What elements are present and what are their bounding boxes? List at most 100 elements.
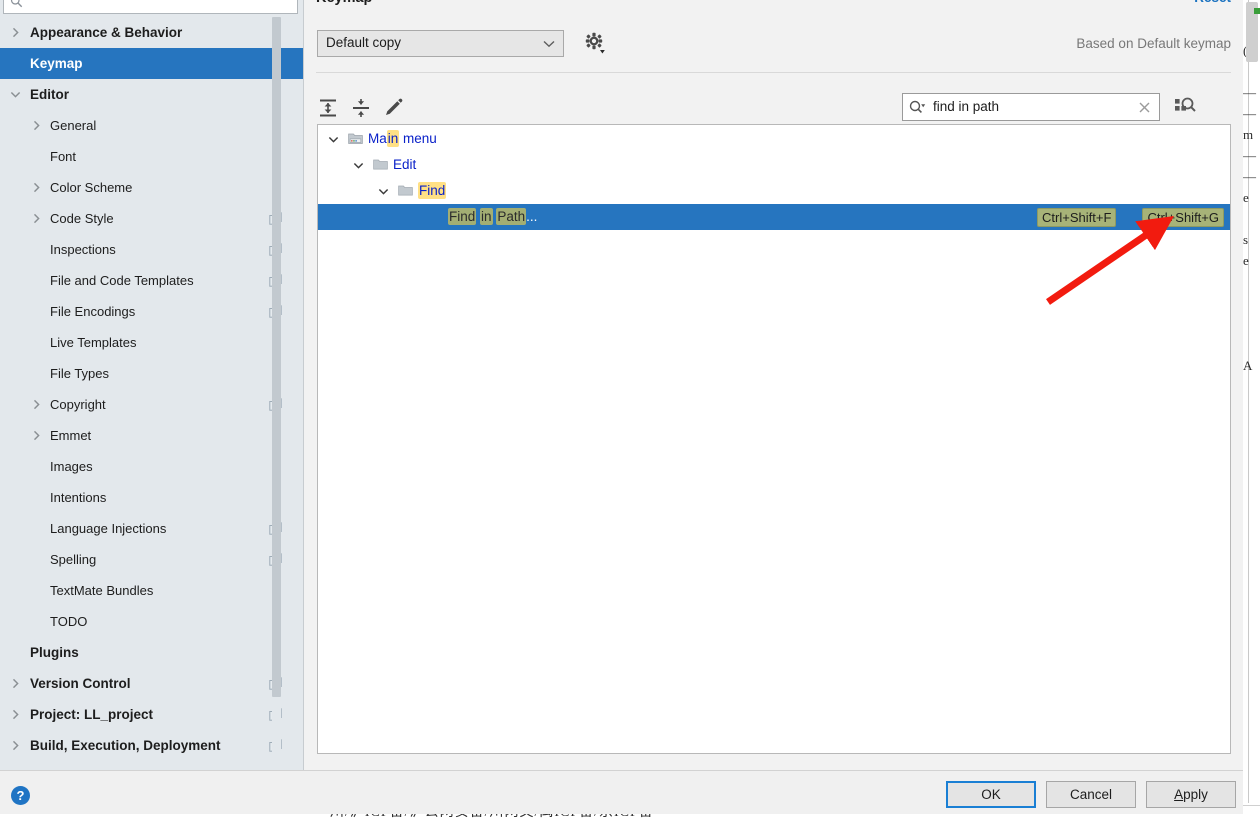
shortcut-badge: Ctrl+Shift+F [1037,208,1116,227]
sidebar-search-input[interactable] [3,0,298,14]
keymap-tree-row[interactable]: Find in Path...Ctrl+Shift+GCtrl+Shift+F [318,204,1230,230]
sidebar-item-label: General [50,110,96,141]
keymap-search-value: find in path [933,99,999,114]
settings-dialog-screen: ( ——m——e se A 川/沪ICP备/沪公网安备/川网文/闽ICP备/京I… [0,0,1260,823]
ok-button[interactable]: OK [946,781,1036,808]
sidebar-item-label: Code Style [50,203,114,234]
folder-icon [373,158,388,171]
keymap-select[interactable]: Default copy [317,30,564,57]
keymap-tree-label: Main menu [368,126,437,152]
apply-button[interactable]: Apply [1146,781,1236,808]
clear-icon[interactable] [1138,101,1151,114]
background-editor-text: ( ——m——e se A [1243,40,1260,376]
sidebar-item-file-encodings[interactable]: File Encodings [0,296,304,327]
sidebar-item-label: Intentions [50,482,106,513]
sidebar-item-label: Plugins [30,637,79,668]
chevron-down-icon[interactable] [328,134,339,145]
sidebar-item-label: Inspections [50,234,116,265]
sidebar-item-emmet[interactable]: Emmet [0,420,304,451]
settings-sidebar: Appearance & BehaviorKeymapEditorGeneral… [0,0,304,770]
keymap-tree-row[interactable]: Find [318,178,1230,204]
chevron-down-icon[interactable] [378,186,389,197]
keymap-settings-gear-button[interactable] [582,30,608,56]
folder-icon [398,184,413,197]
cancel-button[interactable]: Cancel [1046,781,1136,808]
search-icon [10,0,23,8]
sidebar-item-images[interactable]: Images [0,451,304,482]
sidebar-item-project-ll-project[interactable]: Project: LL_project [0,699,304,730]
expand-all-icon [316,96,340,120]
collapse-all-button[interactable] [349,96,373,120]
sidebar-item-spelling[interactable]: Spelling [0,544,304,575]
sidebar-item-textmate-bundles[interactable]: TextMate Bundles [0,575,304,606]
chevron-right-icon[interactable] [31,399,42,410]
sidebar-item-label: Font [50,141,76,172]
apply-button-mnemonic: A [1174,787,1183,802]
sidebar-item-copyright[interactable]: Copyright [0,389,304,420]
sidebar-item-intentions[interactable]: Intentions [0,482,304,513]
sidebar-item-inspections[interactable]: Inspections [0,234,304,265]
gear-icon [582,30,608,56]
sidebar-item-label: File Types [50,358,109,389]
sidebar-item-label: File and Code Templates [50,265,194,296]
keymap-tree-row[interactable]: Edit [318,152,1230,178]
sidebar-item-label: Language Injections [50,513,166,544]
based-on-keymap-label: Based on Default keymap [1076,36,1231,51]
chevron-down-icon [543,40,555,48]
chevron-down-icon[interactable] [353,160,364,171]
sidebar-item-label: TODO [50,606,87,637]
reset-link[interactable]: Reset [1194,0,1231,5]
help-button[interactable]: ? [11,786,30,805]
expand-all-button[interactable] [316,96,340,120]
sidebar-item-language-injections[interactable]: Language Injections [0,513,304,544]
sidebar-scrollbar-thumb[interactable] [272,17,281,697]
keymap-search-input[interactable]: find in path [902,93,1160,121]
search-icon [909,100,926,115]
keymap-tree-label: Find [418,178,446,204]
sidebar-item-file-and-code-templates[interactable]: File and Code Templates [0,265,304,296]
page-title: Keymap [316,0,372,6]
sidebar-item-general[interactable]: General [0,110,304,141]
chevron-right-icon[interactable] [31,120,42,131]
sidebar-item-editor[interactable]: Editor [0,79,304,110]
sidebar-item-label: Spelling [50,544,96,575]
sidebar-item-build-execution-deployment[interactable]: Build, Execution, Deployment [0,730,304,761]
chevron-right-icon[interactable] [10,740,21,751]
sidebar-item-font[interactable]: Font [0,141,304,172]
sidebar-item-color-scheme[interactable]: Color Scheme [0,172,304,203]
sidebar-item-label: Project: LL_project [30,699,153,730]
sidebar-item-label: Live Templates [50,327,136,358]
chevron-right-icon[interactable] [10,27,21,38]
sidebar-scrollbar[interactable] [272,17,281,770]
sidebar-item-label: Appearance & Behavior [30,17,182,48]
sidebar-item-file-types[interactable]: File Types [0,358,304,389]
sidebar-item-todo[interactable]: TODO [0,606,304,637]
keymap-panel: Keymap Reset Default copy [304,0,1243,770]
edit-shortcut-button[interactable] [381,96,405,120]
sidebar-item-label: Keymap [30,48,83,79]
main-menu-icon [348,132,363,145]
find-by-shortcut-button[interactable] [1172,94,1198,120]
shortcut-badge: Ctrl+Shift+G [1142,208,1224,227]
chevron-right-icon[interactable] [31,213,42,224]
keymap-tree-row[interactable]: Main menu [318,126,1230,152]
chevron-right-icon[interactable] [31,430,42,441]
sidebar-item-label: Build, Execution, Deployment [30,730,221,761]
sidebar-item-code-style[interactable]: Code Style [0,203,304,234]
chevron-right-icon[interactable] [31,182,42,193]
keymap-tree: Main menuEditFindFind in Path...Ctrl+Shi… [317,124,1231,754]
toolbar-separator [316,72,1231,73]
sidebar-tree: Appearance & BehaviorKeymapEditorGeneral… [0,17,304,770]
sidebar-item-appearance-behavior[interactable]: Appearance & Behavior [0,17,304,48]
sidebar-item-label: Version Control [30,668,131,699]
keymap-select-value: Default copy [326,35,401,50]
chevron-right-icon[interactable] [10,709,21,720]
chevron-down-icon[interactable] [10,89,21,100]
sidebar-item-keymap[interactable]: Keymap [0,48,304,79]
sidebar-item-live-templates[interactable]: Live Templates [0,327,304,358]
sidebar-item-plugins[interactable]: Plugins [0,637,304,668]
sidebar-item-label: Editor [30,79,69,110]
chevron-right-icon[interactable] [10,678,21,689]
sidebar-item-version-control[interactable]: Version Control [0,668,304,699]
sidebar-item-label: File Encodings [50,296,135,327]
